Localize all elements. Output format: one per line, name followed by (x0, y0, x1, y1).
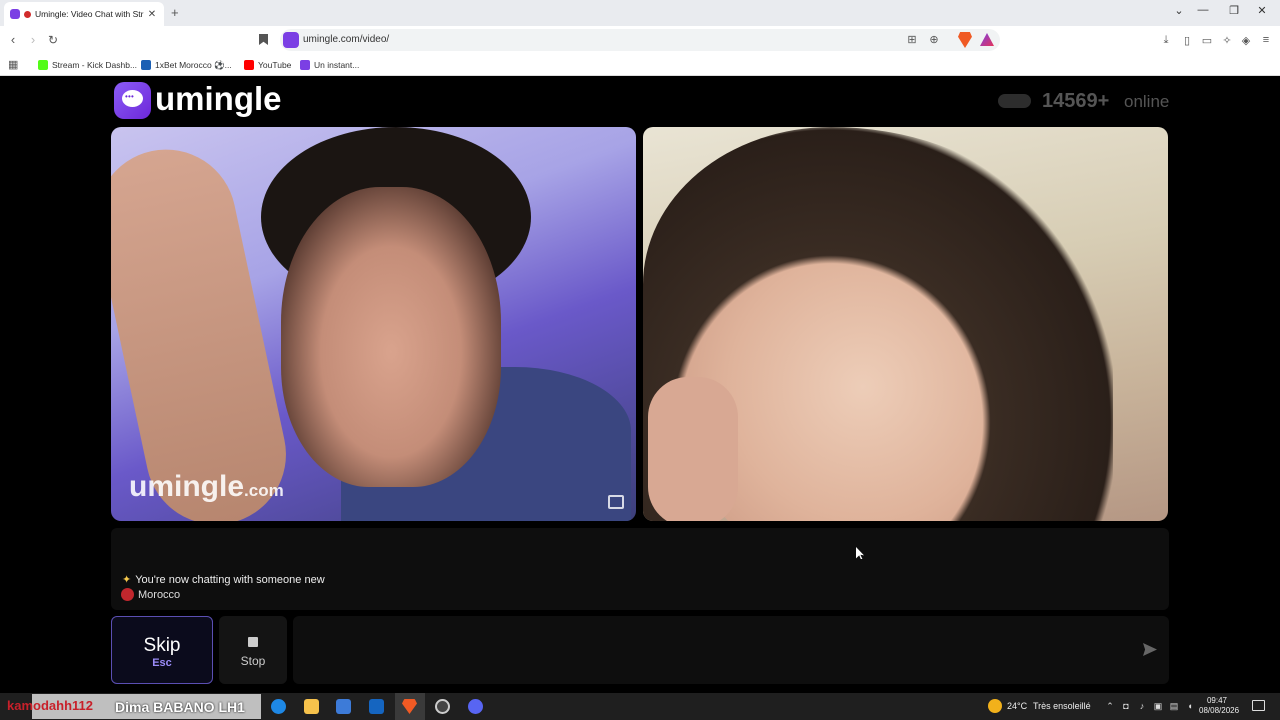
minimize-icon[interactable]: — (1195, 4, 1211, 16)
country-label: Morocco (138, 588, 181, 601)
clock-time: 09:47 (1206, 696, 1228, 705)
weather-temperature[interactable]: 24°C (1007, 701, 1027, 711)
close-window-icon[interactable]: ✕ (1254, 4, 1270, 17)
country-message: Morocco (121, 588, 180, 601)
windows-taskbar: Dima BABANO LH1 kamodahh112 24°C Très en… (0, 693, 1280, 720)
online-count: 14569+ (1042, 90, 1110, 112)
url-text[interactable]: umingle.com/video/ (303, 34, 389, 45)
1xbet-icon (141, 60, 151, 70)
tray-app-icon[interactable]: ◘ (1120, 701, 1132, 711)
umingle-logo-icon[interactable] (114, 82, 151, 119)
sparkle-icon: ✦ (122, 574, 132, 586)
discord-icon[interactable] (468, 699, 483, 714)
edge-icon[interactable] (271, 699, 286, 714)
translate-icon[interactable]: ⊞ (905, 33, 919, 46)
system-clock[interactable]: 09:47 08/08/2026 (1199, 696, 1240, 716)
file-explorer-icon[interactable] (304, 699, 319, 714)
store-icon[interactable] (336, 699, 351, 714)
sidebar-icon[interactable]: ▯ (1180, 34, 1194, 47)
stop-label: Stop (240, 654, 266, 668)
bookmark-label: Stream - Kick Dashb... (52, 60, 138, 70)
weather-description[interactable]: Très ensoleillé (1033, 701, 1091, 711)
morocco-flag-icon (121, 588, 134, 601)
bookmark-item[interactable]: Un instant... (300, 57, 359, 73)
download-icon[interactable]: ⤓ (1159, 34, 1173, 47)
maximize-icon[interactable]: ❐ (1226, 4, 1242, 17)
umingle-bookmark-icon (300, 60, 310, 70)
skip-button[interactable]: Skip Esc (111, 616, 213, 684)
volume-icon[interactable]: ◖ (1184, 701, 1196, 711)
apps-grid-icon[interactable]: ▦ (8, 58, 18, 71)
menu-icon[interactable]: ≡ (1259, 34, 1273, 46)
notification-icon[interactable] (1252, 700, 1265, 711)
microphone-icon[interactable]: ♪ (1136, 701, 1148, 711)
report-flag-icon[interactable] (608, 495, 624, 509)
bookmark-label: Un instant... (314, 60, 360, 70)
message-input[interactable] (293, 616, 1169, 684)
bookmark-icon[interactable] (259, 34, 268, 45)
address-bar[interactable]: umingle.com/video/ ⊞ ⊕ (280, 29, 1000, 51)
stranger-video: umingle.com (111, 127, 636, 521)
outlook-icon[interactable] (369, 699, 384, 714)
tray-chevron-icon[interactable]: ⌃ (1104, 701, 1116, 712)
stream-overlay-username: kamodahh112 (7, 698, 93, 713)
stop-button[interactable]: Stop (219, 616, 287, 684)
zoom-icon[interactable]: ⊕ (927, 33, 941, 46)
stop-icon (248, 637, 258, 647)
chat-log: ✦ You're now chatting with someone new Mo… (111, 528, 1169, 610)
obs-icon[interactable] (435, 699, 450, 714)
bookmark-item[interactable]: 1xBet Morocco ⚽... (141, 57, 232, 73)
bookmark-label: YouTube (258, 60, 292, 70)
clock-date: 08/08/2026 (1199, 706, 1240, 715)
network-icon[interactable]: ▤ (1168, 701, 1180, 712)
online-indicator-toggle (998, 94, 1031, 108)
weather-sun-icon[interactable] (988, 699, 1002, 713)
site-favicon-icon (283, 32, 299, 48)
leo-ai-icon[interactable]: ✧ (1220, 34, 1234, 47)
umingle-favicon-icon (10, 9, 20, 19)
reload-icon[interactable]: ↻ (45, 33, 61, 47)
brave-rewards-icon[interactable] (980, 33, 994, 46)
browser-toolbar: ‹ › ↻ umingle.com/video/ ⊞ ⊕ ⤓ ▯ ▭ ✧ ◈ ≡ (0, 26, 1280, 54)
bookmark-item[interactable]: Stream - Kick Dashb... (38, 57, 137, 73)
system-message: ✦ You're now chatting with someone new (122, 574, 325, 586)
tab-title: Umingle: Video Chat with Str (35, 9, 144, 19)
self-video (643, 127, 1168, 521)
tray-device-icon[interactable]: ▣ (1152, 701, 1164, 712)
forward-icon[interactable]: › (25, 32, 41, 47)
recording-icon (24, 10, 31, 18)
wallet-icon[interactable]: ▭ (1200, 34, 1214, 47)
vpn-icon[interactable]: ◈ (1239, 34, 1253, 47)
umingle-page: umingle 14569+ online umingle.com ✦You'r… (0, 77, 1280, 693)
site-logo[interactable]: umingle (155, 80, 282, 118)
browser-tab-bar: Umingle: Video Chat with Str ✕ + ⌄ — ❐ ✕ (0, 0, 1280, 26)
new-tab-button[interactable]: + (171, 5, 179, 20)
brave-shields-icon[interactable] (958, 32, 972, 48)
back-icon[interactable]: ‹ (5, 32, 21, 47)
kick-icon (38, 60, 48, 70)
tab-close-icon[interactable]: ✕ (146, 9, 158, 20)
bookmark-label: 1xBet Morocco ⚽... (155, 59, 232, 70)
youtube-icon (244, 60, 254, 70)
online-label: online (1124, 92, 1170, 111)
video-watermark: umingle.com (129, 470, 284, 503)
skip-label: Skip (143, 635, 181, 656)
video-face-shape (281, 187, 501, 487)
bookmark-item[interactable]: YouTube (244, 57, 291, 73)
tab-search-chevron-icon[interactable]: ⌄ (1171, 4, 1187, 17)
video-hand-shape (648, 377, 738, 521)
browser-tab[interactable]: Umingle: Video Chat with Str ✕ (4, 2, 164, 26)
skip-shortcut-key: Esc (152, 657, 172, 669)
bookmarks-bar: ▦ Stream - Kick Dashb... 1xBet Morocco ⚽… (0, 54, 1280, 76)
